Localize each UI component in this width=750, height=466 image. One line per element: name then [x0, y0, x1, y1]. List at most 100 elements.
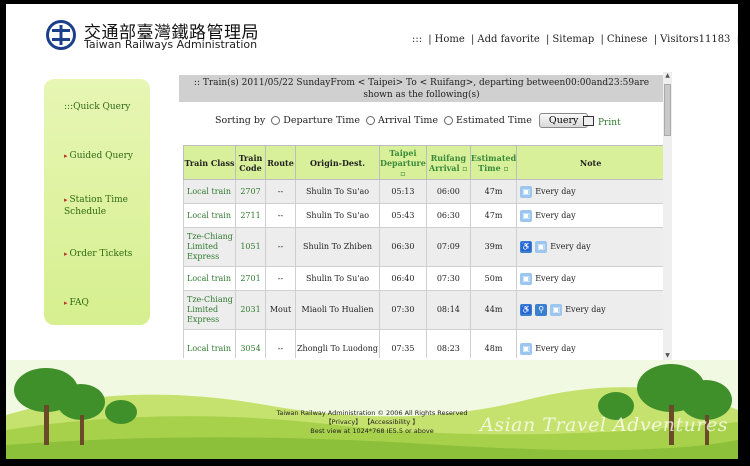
vertical-scrollbar[interactable]: ▲ ▼ — [663, 72, 672, 360]
query-button[interactable]: Query — [538, 113, 589, 128]
cell-train-code[interactable]: 1051 — [235, 227, 266, 267]
main-content: :: Train(s) 2011/05/22 SundayFrom < Taip… — [179, 72, 672, 358]
train-icon: ▣ — [535, 241, 548, 253]
note-text: Every day — [535, 273, 576, 283]
cell-origin-dest: Zhongli To Luodong — [295, 329, 380, 358]
cell-route: -- — [265, 266, 296, 291]
train-icon: ▣ — [520, 185, 533, 198]
cell-train-class[interactable]: Local train — [183, 179, 236, 204]
sidebar-item-quick-query[interactable]: :::Quick Query — [64, 101, 130, 113]
cell-note: ▣ Every day — [516, 266, 665, 291]
wheelchair-icon: ♿ — [520, 241, 533, 253]
top-navigation: ::: | Home | Add favorite | Sitemap | Chines… — [412, 34, 738, 45]
table-row: Local train 2707 -- Shulin To Su'ao 05:13 06:… — [183, 179, 665, 204]
sort-controls: Sorting by Departure Time Arrival Time E… — [215, 113, 589, 128]
header-train-class: Train Class — [183, 145, 236, 180]
cell-estimated-time: 39m — [469, 227, 518, 267]
cell-route: -- — [265, 203, 296, 228]
cell-arrival: 07:30 — [425, 266, 471, 291]
sort-option-label: Estimated Time — [456, 115, 532, 126]
sidebar-item-faq[interactable]: ▸ FAQ — [64, 297, 89, 309]
header-origin-dest: Origin-Dest. — [295, 145, 380, 180]
cell-estimated-time: 48m — [469, 329, 518, 358]
cell-train-class[interactable]: Tze-Chiang Limited Express — [183, 290, 236, 330]
header-label: Ruifang Arrival — [428, 152, 467, 173]
header-ruifang-arrival[interactable]: Ruifang Arrival ▫ — [425, 145, 471, 180]
sort-icon: ▫ — [503, 162, 509, 173]
header-route: Route — [265, 145, 296, 180]
train-icon: ▣ — [520, 209, 533, 222]
cell-train-class[interactable]: Local train — [183, 203, 236, 228]
sort-option-label: Arrival Time — [377, 115, 439, 126]
table-row: Local train 3054 -- Zhongli To Luodong 07:35… — [183, 329, 665, 358]
cell-note: ♿ ▣ Every day — [516, 227, 665, 267]
nav-chinese-link[interactable]: Chinese — [607, 34, 648, 45]
cell-train-code[interactable]: 2031 — [235, 290, 266, 330]
sidebar-item-guided-query[interactable]: ▸ Guided Query — [64, 150, 133, 162]
header-estimated-time[interactable]: Estimated Time ▫ — [469, 145, 518, 180]
table-row: Tze-Chiang Limited Express 1051 -- Shulin T… — [183, 227, 665, 267]
sort-estimated-radio[interactable] — [444, 116, 454, 125]
train-icon: ▣ — [520, 272, 533, 285]
cell-route: -- — [265, 179, 296, 204]
cell-estimated-time: 47m — [469, 203, 518, 228]
cell-train-class[interactable]: Local train — [183, 329, 236, 358]
cell-train-code[interactable]: 3054 — [235, 329, 266, 358]
sort-departure-radio[interactable] — [271, 116, 281, 125]
note-text: Every day — [535, 186, 576, 196]
note-text: Every day — [535, 210, 576, 220]
table-row: Tze-Chiang Limited Express 2031 Mout Miaoli… — [183, 290, 665, 330]
table-header-row: Train Class Train Code Route Origin-Dest… — [183, 145, 665, 180]
cell-origin-dest: Shulin To Zhiben — [295, 227, 380, 267]
note-text: Every day — [550, 242, 591, 251]
cell-train-code[interactable]: 2711 — [235, 203, 266, 228]
sort-option-label: Departure Time — [283, 115, 360, 126]
train-schedule-table: Train Class Train Code Route Origin-Dest… — [183, 145, 665, 358]
cell-route: Mout — [265, 290, 296, 330]
scroll-up-arrow-icon[interactable]: ▲ — [664, 72, 671, 80]
brand-english-name: Taiwan Railways Administration — [84, 38, 258, 51]
page-frame: 交通部臺灣鐵路管理局 Taiwan Railways Administratio… — [6, 4, 738, 459]
sort-icon: ▫ — [400, 167, 406, 178]
sidebar-item-order-tickets[interactable]: ▸ Order Tickets — [64, 248, 132, 260]
cell-arrival: 08:14 — [425, 290, 471, 330]
sidebar-item-label: FAQ — [69, 298, 89, 308]
nav-sitemap-link[interactable]: Sitemap — [552, 34, 594, 45]
cell-train-code[interactable]: 2707 — [235, 179, 266, 204]
bullet-icon: ▸ — [64, 299, 68, 307]
cell-departure: 05:13 — [379, 179, 427, 204]
scroll-down-arrow-icon[interactable]: ▼ — [664, 352, 671, 360]
cell-origin-dest: Shulin To Su'ao — [295, 203, 380, 228]
sidebar-item-station-time-schedule[interactable]: ▸ Station Time Schedule — [64, 194, 144, 218]
sidebar-item-label: :::Quick Query — [64, 102, 131, 112]
cell-note: ♿ ⚲ ▣ Every day — [516, 290, 665, 330]
footer: Taiwan Railway Administration © 2006 All… — [6, 360, 738, 459]
cell-origin-dest: Miaoli To Hualien — [295, 290, 380, 330]
nav-separator: | — [653, 34, 658, 45]
sidebar: :::Quick Query ▸ Guided Query ▸ Station Ti… — [44, 79, 150, 325]
train-icon: ▣ — [520, 343, 533, 355]
cell-train-code[interactable]: 2701 — [235, 266, 266, 291]
cell-estimated-time: 47m — [469, 179, 518, 204]
nav-add-favorite-link[interactable]: Add favorite — [477, 34, 539, 45]
cell-note: ▣ Every day — [516, 203, 665, 228]
print-link[interactable]: Print — [583, 116, 621, 128]
cell-departure: 05:43 — [379, 203, 427, 228]
cell-arrival: 07:09 — [425, 227, 471, 267]
header-label: Taipei Departure — [380, 147, 426, 168]
sidebar-item-label: Station Time Schedule — [64, 195, 128, 217]
cell-route: -- — [265, 329, 296, 358]
bicycle-icon: ⚲ — [535, 304, 548, 316]
note-text: Every day — [535, 344, 576, 353]
cell-train-class[interactable]: Tze-Chiang Limited Express — [183, 227, 236, 267]
nav-separator: | — [737, 34, 738, 45]
sort-arrival-radio[interactable] — [365, 116, 375, 125]
table-row: Local train 2711 -- Shulin To Su'ao 05:43 06:… — [183, 203, 665, 228]
nav-home-link[interactable]: Home — [435, 34, 465, 45]
scrollbar-thumb[interactable] — [664, 84, 671, 136]
header-taipei-departure[interactable]: Taipei Departure ▫ — [379, 145, 427, 180]
cell-departure: 07:35 — [379, 329, 427, 358]
nav-prefix: ::: — [412, 34, 423, 45]
cell-arrival: 06:30 — [425, 203, 471, 228]
cell-train-class[interactable]: Local train — [183, 266, 236, 291]
